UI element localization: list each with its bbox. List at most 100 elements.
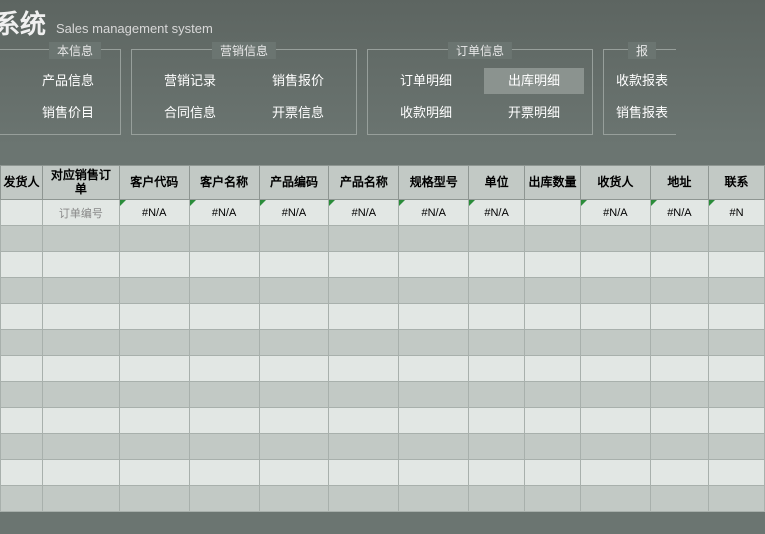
table-cell[interactable] (399, 460, 469, 486)
table-cell[interactable] (399, 226, 469, 252)
table-row[interactable] (1, 408, 765, 434)
table-cell[interactable] (42, 252, 119, 278)
table-cell[interactable] (329, 278, 399, 304)
column-header[interactable]: 单位 (469, 166, 525, 200)
table-cell[interactable] (119, 434, 189, 460)
table-cell[interactable] (709, 486, 765, 512)
table-cell[interactable] (650, 252, 708, 278)
table-cell[interactable] (469, 304, 525, 330)
table-cell[interactable] (119, 252, 189, 278)
table-row[interactable] (1, 460, 765, 486)
table-cell[interactable] (525, 330, 581, 356)
table-cell[interactable] (650, 434, 708, 460)
table-cell[interactable] (709, 278, 765, 304)
column-header[interactable]: 规格型号 (399, 166, 469, 200)
table-cell[interactable] (469, 486, 525, 512)
nav-button[interactable]: 营销记录 (140, 68, 240, 94)
table-cell[interactable] (119, 356, 189, 382)
table-cell[interactable] (259, 460, 329, 486)
table-cell[interactable] (399, 486, 469, 512)
table-cell[interactable] (42, 304, 119, 330)
table-row[interactable]: 订单编号#N/A#N/A#N/A#N/A#N/A#N/A#N/A#N/A#N (1, 200, 765, 226)
table-cell[interactable] (525, 486, 581, 512)
column-header[interactable]: 发货人 (1, 166, 43, 200)
table-cell[interactable]: 订单编号 (42, 200, 119, 226)
table-cell[interactable] (525, 356, 581, 382)
column-header[interactable]: 产品编码 (259, 166, 329, 200)
table-row[interactable] (1, 278, 765, 304)
table-cell[interactable] (709, 356, 765, 382)
table-cell[interactable]: #N (709, 200, 765, 226)
table-cell[interactable] (189, 252, 259, 278)
table-cell[interactable] (650, 460, 708, 486)
table-cell[interactable] (525, 434, 581, 460)
table-cell[interactable] (469, 252, 525, 278)
table-cell[interactable] (650, 226, 708, 252)
table-cell[interactable] (525, 408, 581, 434)
table-cell[interactable] (259, 304, 329, 330)
column-header[interactable]: 对应销售订单 (42, 166, 119, 200)
table-cell[interactable]: #N/A (399, 200, 469, 226)
table-cell[interactable] (329, 226, 399, 252)
table-cell[interactable] (329, 252, 399, 278)
table-cell[interactable] (709, 434, 765, 460)
table-cell[interactable] (580, 382, 650, 408)
table-cell[interactable] (259, 434, 329, 460)
table-cell[interactable] (329, 356, 399, 382)
table-cell[interactable] (469, 226, 525, 252)
table-cell[interactable] (329, 408, 399, 434)
table-cell[interactable] (709, 330, 765, 356)
table-cell[interactable] (580, 278, 650, 304)
column-header[interactable]: 产品名称 (329, 166, 399, 200)
table-cell[interactable] (42, 356, 119, 382)
table-cell[interactable] (709, 252, 765, 278)
table-cell[interactable] (1, 252, 43, 278)
nav-button[interactable]: 订单明细 (376, 68, 476, 94)
table-cell[interactable] (259, 278, 329, 304)
table-cell[interactable] (189, 382, 259, 408)
table-cell[interactable] (469, 460, 525, 486)
column-header[interactable]: 收货人 (580, 166, 650, 200)
table-cell[interactable] (189, 434, 259, 460)
table-cell[interactable] (399, 304, 469, 330)
table-cell[interactable] (1, 330, 43, 356)
table-row[interactable] (1, 486, 765, 512)
table-cell[interactable] (119, 408, 189, 434)
table-cell[interactable] (469, 356, 525, 382)
table-cell[interactable]: #N/A (119, 200, 189, 226)
table-cell[interactable] (1, 200, 43, 226)
table-cell[interactable] (399, 382, 469, 408)
nav-button[interactable]: 产品信息 (24, 68, 112, 94)
table-row[interactable] (1, 434, 765, 460)
table-cell[interactable] (580, 330, 650, 356)
table-cell[interactable] (1, 226, 43, 252)
nav-button[interactable]: 开票明细 (484, 100, 584, 126)
table-cell[interactable] (650, 278, 708, 304)
table-cell[interactable] (42, 434, 119, 460)
table-cell[interactable] (329, 382, 399, 408)
table-cell[interactable] (42, 330, 119, 356)
table-cell[interactable] (189, 460, 259, 486)
table-cell[interactable] (259, 252, 329, 278)
table-cell[interactable] (399, 408, 469, 434)
table-cell[interactable] (189, 278, 259, 304)
table-cell[interactable] (119, 304, 189, 330)
table-cell[interactable] (189, 304, 259, 330)
table-cell[interactable] (650, 356, 708, 382)
table-cell[interactable] (42, 460, 119, 486)
nav-button[interactable]: 收款报表 (612, 68, 672, 94)
table-cell[interactable] (469, 330, 525, 356)
table-cell[interactable] (580, 304, 650, 330)
nav-button[interactable]: 开票信息 (248, 100, 348, 126)
table-cell[interactable] (709, 304, 765, 330)
table-cell[interactable] (189, 486, 259, 512)
column-header[interactable]: 客户名称 (189, 166, 259, 200)
column-header[interactable]: 出库数量 (525, 166, 581, 200)
table-cell[interactable] (469, 408, 525, 434)
nav-button[interactable]: 销售报价 (248, 68, 348, 94)
table-row[interactable] (1, 252, 765, 278)
table-cell[interactable] (469, 382, 525, 408)
nav-button[interactable]: 出库明细 (484, 68, 584, 94)
table-cell[interactable] (259, 382, 329, 408)
table-cell[interactable] (1, 382, 43, 408)
